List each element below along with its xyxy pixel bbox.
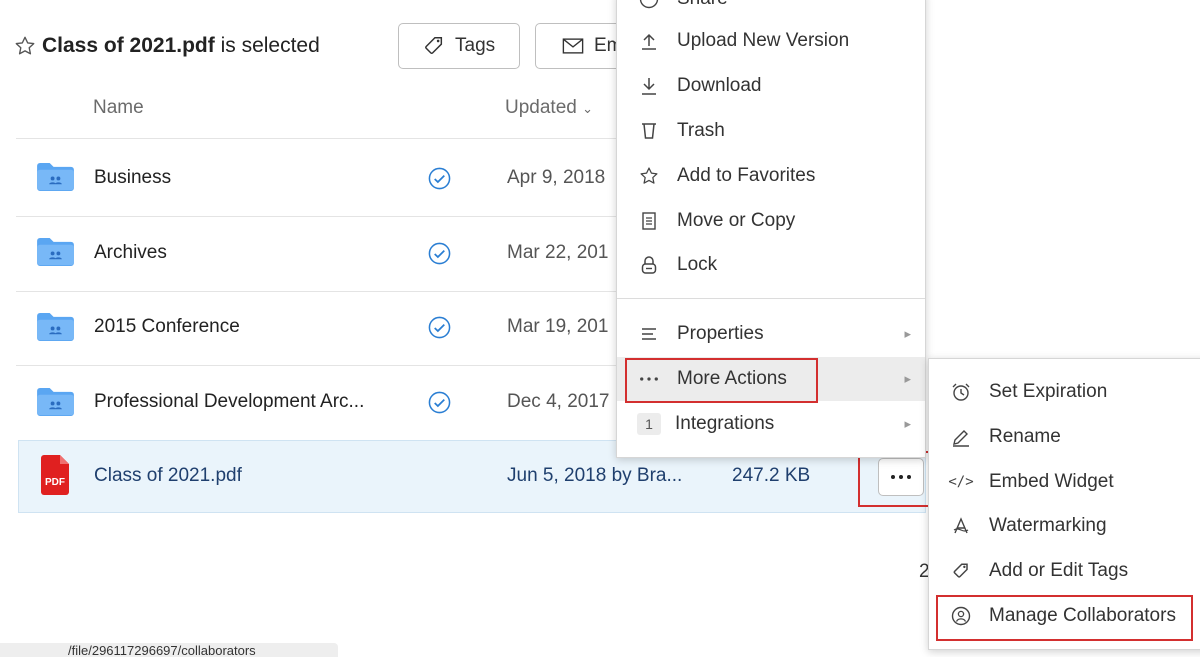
updated-date: Jun 5, 2018 by Bra... <box>507 465 683 486</box>
menu-item-label: Download <box>677 75 762 96</box>
updated-date: Mar 22, 201 <box>507 242 609 263</box>
updated-date: Mar 19, 201 <box>507 316 609 337</box>
status-bar-url: /file/296117296697/collaborators <box>0 643 338 657</box>
star-icon <box>639 166 659 186</box>
updated-date: Dec 4, 2017 <box>507 391 610 412</box>
chevron-down-icon: ⌄ <box>582 101 594 116</box>
menu-item-label: Watermarking <box>989 515 1107 536</box>
collab-folder-icon <box>37 312 74 342</box>
lock-icon <box>639 255 659 275</box>
sync-check-icon <box>428 242 451 265</box>
file-size: 247.2 KB <box>732 465 811 486</box>
menu-divider <box>617 298 925 299</box>
menu-item-label: Rename <box>989 426 1061 447</box>
file-name[interactable]: Class of 2021.pdf <box>94 465 242 487</box>
tag-icon <box>425 37 443 54</box>
menu-item-label: Lock <box>677 254 718 275</box>
pdf-file-icon: PDF <box>41 455 69 495</box>
code-icon: </> <box>948 474 974 490</box>
menu-item-download[interactable]: Download <box>617 64 925 108</box>
highlight-box-manage-collaborators <box>936 595 1193 641</box>
collab-folder-icon <box>37 162 74 192</box>
pencil-icon <box>951 427 971 447</box>
tags-label: Tags <box>455 35 496 56</box>
collab-folder-icon <box>37 387 74 417</box>
menu-item-label: Trash <box>677 120 725 141</box>
column-header-updated-label: Updated <box>505 97 577 118</box>
menu-item-label: Add to Favorites <box>677 165 816 186</box>
tags-button[interactable]: Tags <box>398 23 520 69</box>
file-name[interactable]: 2015 Conference <box>94 316 240 338</box>
more-actions-submenu: Set Expiration Rename </> Embed Widget W… <box>928 358 1200 650</box>
selected-file-name: Class of 2021.pdf <box>42 34 215 57</box>
column-header-name[interactable]: Name <box>93 97 144 119</box>
menu-item-watermarking[interactable]: Watermarking <box>929 504 1200 548</box>
menu-item-label: Set Expiration <box>989 381 1108 402</box>
header-divider <box>16 138 622 139</box>
menu-item-label: Move or Copy <box>677 210 796 231</box>
menu-item-label: Add or Edit Tags <box>989 560 1129 581</box>
menu-item-label: Share <box>677 0 728 10</box>
file-name[interactable]: Professional Development Arc... <box>94 391 364 413</box>
selected-suffix: is selected <box>214 34 320 57</box>
trash-icon <box>639 121 659 141</box>
tag-icon <box>951 561 971 581</box>
menu-item-lock[interactable]: Lock <box>617 243 925 287</box>
updated-date: Apr 9, 2018 <box>507 167 606 188</box>
download-icon <box>639 76 659 96</box>
ellipsis-icon <box>889 475 913 479</box>
menu-item-upload-new-version[interactable]: Upload New Version <box>617 19 925 63</box>
move-copy-icon <box>639 211 659 231</box>
menu-item-rename[interactable]: Rename <box>929 415 1200 459</box>
menu-item-properties[interactable]: Properties ▸ <box>617 312 925 356</box>
chevron-right-icon: ▸ <box>904 371 911 386</box>
collab-folder-icon <box>37 237 74 267</box>
menu-item-label: Embed Widget <box>989 471 1114 492</box>
sync-check-icon <box>428 167 451 190</box>
file-name[interactable]: Archives <box>94 242 167 264</box>
integrations-count-badge: 1 <box>637 413 661 435</box>
pdf-badge-text: PDF <box>45 477 65 488</box>
menu-item-move-or-copy[interactable]: Move or Copy <box>617 199 925 243</box>
upload-icon <box>639 31 659 51</box>
properties-icon <box>639 324 659 344</box>
menu-item-trash[interactable]: Trash <box>617 109 925 153</box>
chevron-right-icon: ▸ <box>904 416 911 431</box>
chevron-right-icon: ▸ <box>904 326 911 341</box>
alarm-clock-icon <box>951 382 971 402</box>
share-icon <box>639 0 659 9</box>
more-options-button[interactable] <box>878 458 924 496</box>
highlight-box-more-actions <box>625 358 818 403</box>
column-header-updated[interactable]: Updated ⌄ <box>505 97 593 119</box>
menu-item-add-to-favorites[interactable]: Add to Favorites <box>617 154 925 198</box>
menu-item-embed-widget[interactable]: </> Embed Widget <box>929 460 1200 504</box>
mail-icon <box>562 38 584 54</box>
menu-item-set-expiration[interactable]: Set Expiration <box>929 370 1200 414</box>
star-outline-icon[interactable] <box>14 35 36 57</box>
menu-item-label: Properties <box>677 323 764 344</box>
context-menu: Share Upload New Version Download Trash … <box>616 0 926 458</box>
menu-item-label: Upload New Version <box>677 30 850 51</box>
file-name[interactable]: Business <box>94 167 171 189</box>
sync-check-icon <box>428 316 451 339</box>
menu-item-integrations[interactable]: 1 Integrations ▸ <box>617 402 925 446</box>
selection-header: Class of 2021.pdf is selected <box>14 32 320 60</box>
sync-check-icon <box>428 391 451 414</box>
watermark-icon <box>951 516 971 536</box>
menu-item-add-or-edit-tags[interactable]: Add or Edit Tags <box>929 549 1200 593</box>
menu-item-share[interactable]: Share <box>617 0 925 21</box>
menu-item-label: Integrations <box>675 413 775 434</box>
